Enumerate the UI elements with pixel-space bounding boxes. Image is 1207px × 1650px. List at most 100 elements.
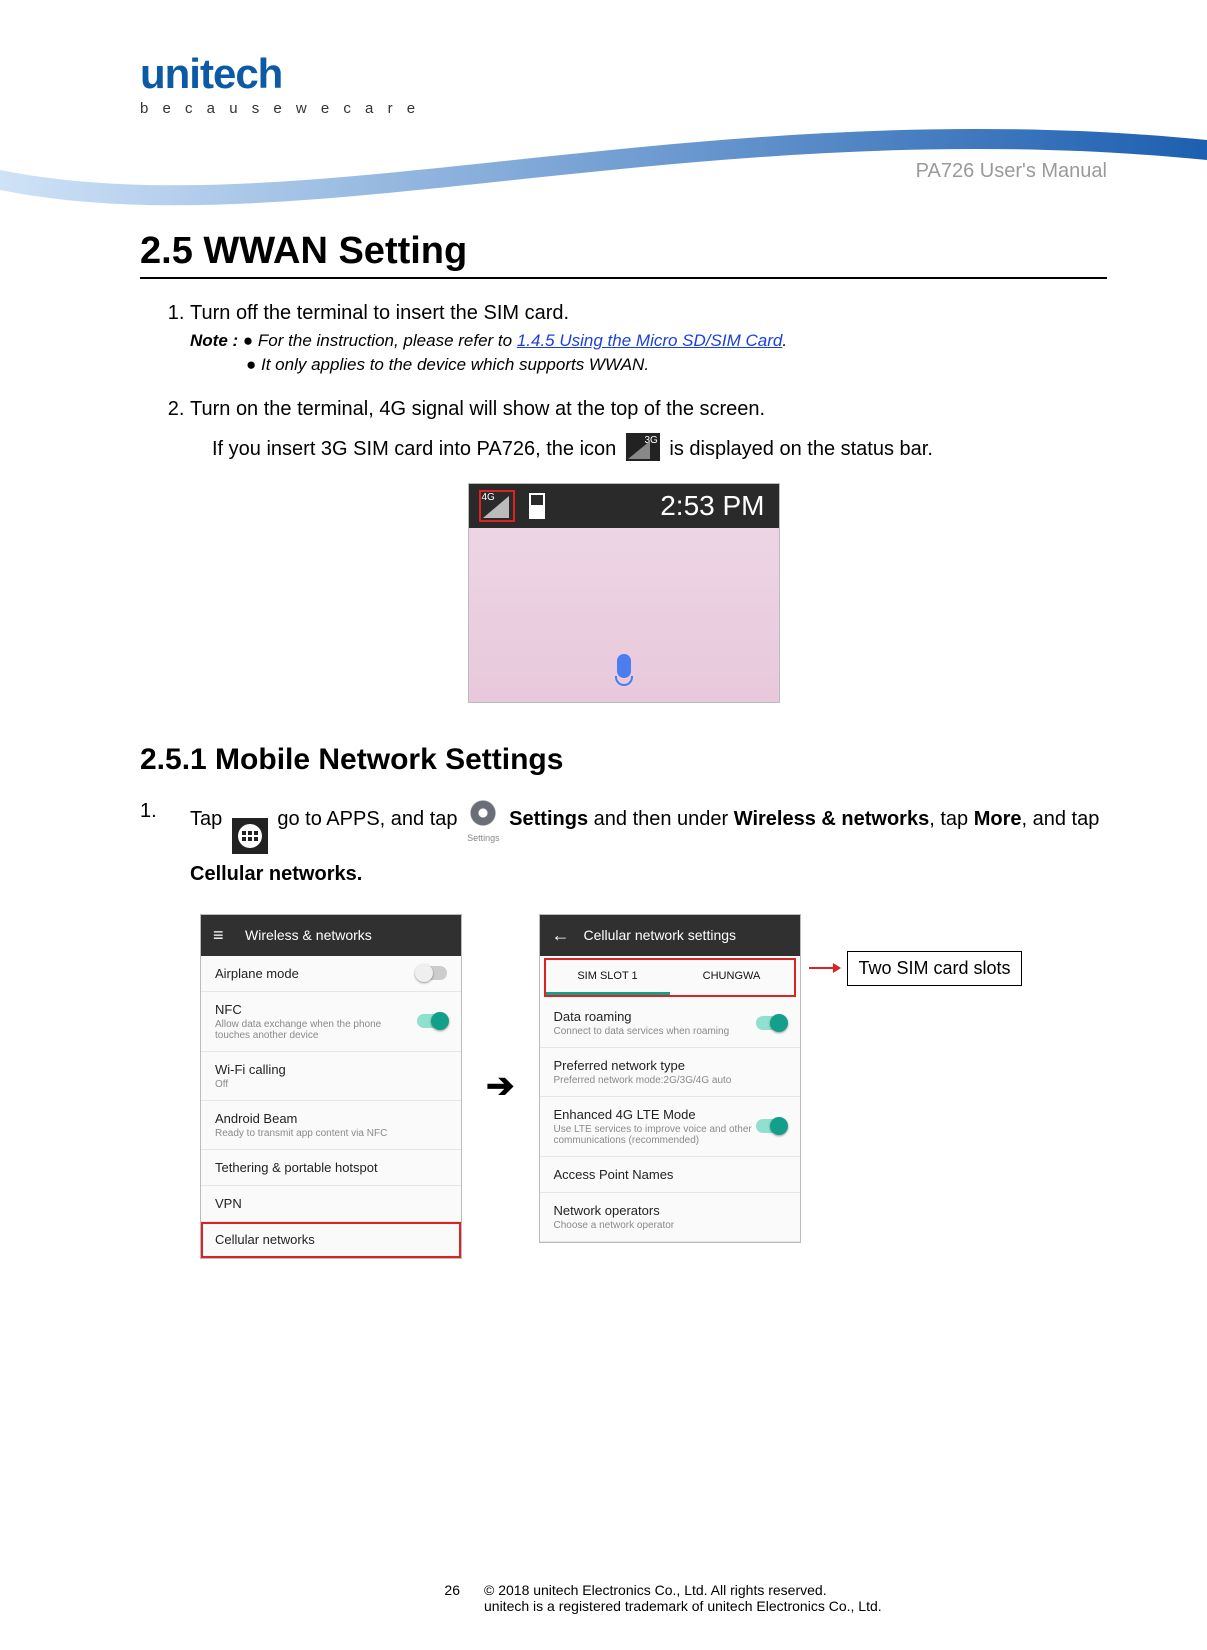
- row-pref-sub: Preferred network mode:2G/3G/4G auto: [554, 1075, 786, 1086]
- apps-drawer-icon: [232, 818, 268, 854]
- row-beam-title: Android Beam: [215, 1111, 447, 1126]
- step-2-text: Turn on the terminal, 4G signal will sho…: [190, 398, 765, 420]
- page-number: 26: [140, 1582, 484, 1614]
- signal-4g-icon: 4G: [479, 490, 515, 522]
- s1-f: , tap: [929, 808, 973, 830]
- signal-3g-icon: [626, 433, 660, 461]
- cs-appbar-title: Cellular network settings: [584, 927, 737, 943]
- row-wifi-calling-title: Wi-Fi calling: [215, 1062, 447, 1077]
- lte-toggle[interactable]: [756, 1119, 786, 1133]
- s1-h: , and tap: [1022, 808, 1100, 830]
- page-footer: 26 © 2018 unitech Electronics Co., Ltd. …: [140, 1582, 1107, 1614]
- s1-e: Wireless & networks: [734, 808, 929, 830]
- row-wifi-calling[interactable]: Wi-Fi calling Off: [201, 1052, 461, 1101]
- step-1: Turn off the terminal to insert the SIM …: [190, 299, 1107, 377]
- row-pref-title: Preferred network type: [554, 1058, 786, 1073]
- cellular-settings-screenshot: ← Cellular network settings SIM SLOT 1 C…: [539, 914, 801, 1243]
- statusbar-top: 4G 2:53 PM: [469, 484, 779, 528]
- tab-sim-slot-1[interactable]: SIM SLOT 1: [546, 960, 670, 995]
- document-title: PA726 User's Manual: [916, 160, 1107, 183]
- wireless-networks-screenshot: ≡ Wireless & networks Airplane mode NFC …: [200, 914, 462, 1259]
- note-1b: .: [782, 331, 787, 350]
- row-roaming-sub: Connect to data services when roaming: [554, 1026, 730, 1037]
- tab-sim-slot-2[interactable]: CHUNGWA: [670, 960, 794, 995]
- row-airplane-mode[interactable]: Airplane mode: [201, 956, 461, 992]
- nfc-toggle[interactable]: [417, 1014, 447, 1028]
- statusbar-screenshot: 4G 2:53 PM: [468, 483, 780, 703]
- s1-i: Cellular networks.: [190, 863, 362, 885]
- row-lte-title: Enhanced 4G LTE Mode: [554, 1107, 756, 1122]
- row-roaming-title: Data roaming: [554, 1009, 730, 1024]
- copyright-line-1: © 2018 unitech Electronics Co., Ltd. All…: [484, 1582, 1107, 1598]
- step-2-line2a: If you insert 3G SIM card into PA726, th…: [212, 438, 622, 460]
- s1-b: go to APPS, and tap: [277, 808, 463, 830]
- row-apn[interactable]: Access Point Names: [540, 1157, 800, 1193]
- row-tethering-title: Tethering & portable hotspot: [215, 1160, 447, 1175]
- callout-arrow-icon: [809, 967, 839, 969]
- settings-gear-icon: Settings: [467, 797, 500, 847]
- row-ops-sub: Choose a network operator: [554, 1220, 786, 1231]
- row-enhanced-lte[interactable]: Enhanced 4G LTE Mode Use LTE services to…: [540, 1097, 800, 1157]
- ws-appbar-title: Wireless & networks: [245, 927, 372, 943]
- note-1a: For the instruction, please refer to: [258, 331, 517, 350]
- row-nfc[interactable]: NFC Allow data exchange when the phone t…: [201, 992, 461, 1052]
- s1-c: Settings: [509, 808, 588, 830]
- menu-icon[interactable]: ≡: [213, 925, 231, 946]
- note-2: It only applies to the device which supp…: [261, 355, 649, 374]
- s1-g: More: [974, 808, 1022, 830]
- statusbar-clock: 2:53 PM: [660, 490, 764, 522]
- section-heading-2-5: 2.5 WWAN Setting: [140, 230, 1107, 279]
- substep-1-number: 1.: [140, 797, 170, 894]
- row-beam-sub: Ready to transmit app content via NFC: [215, 1128, 447, 1139]
- cs-appbar: ← Cellular network settings: [540, 915, 800, 956]
- row-nfc-sub: Allow data exchange when the phone touch…: [215, 1019, 417, 1041]
- step-2-line2b: is displayed on the status bar.: [669, 438, 933, 460]
- back-icon[interactable]: ←: [552, 925, 570, 946]
- callout-text: Two SIM card slots: [847, 951, 1021, 986]
- step-1-text: Turn off the terminal to insert the SIM …: [190, 302, 569, 324]
- microphone-icon: [614, 654, 634, 688]
- row-network-operators[interactable]: Network operators Choose a network opera…: [540, 1193, 800, 1242]
- battery-icon: [529, 493, 545, 519]
- row-lte-sub: Use LTE services to improve voice and ot…: [554, 1124, 756, 1146]
- airplane-toggle[interactable]: [417, 966, 447, 980]
- row-airplane-title: Airplane mode: [215, 966, 299, 981]
- subsection-heading-2-5-1: 2.5.1 Mobile Network Settings: [140, 743, 1107, 777]
- note-bullet-1: ●: [243, 331, 253, 350]
- settings-icon-caption: Settings: [467, 829, 500, 847]
- step-2-line2: If you insert 3G SIM card into PA726, th…: [212, 433, 1107, 463]
- screenshots-row: ≡ Wireless & networks Airplane mode NFC …: [200, 914, 1107, 1259]
- copyright-line-2: unitech is a registered trademark of uni…: [484, 1598, 1107, 1614]
- row-ops-title: Network operators: [554, 1203, 786, 1218]
- brand-logo: unitech b e c a u s e w e c a r e: [140, 50, 420, 117]
- s1-d: and then under: [594, 808, 734, 830]
- row-apn-title: Access Point Names: [554, 1167, 786, 1182]
- step-1-note: Note : ● For the instruction, please ref…: [190, 329, 1107, 377]
- row-preferred-network[interactable]: Preferred network type Preferred network…: [540, 1048, 800, 1097]
- row-cellular-title: Cellular networks: [215, 1232, 447, 1247]
- sim-slots-callout: Two SIM card slots: [809, 951, 1021, 986]
- xref-1-4-5[interactable]: 1.4.5 Using the Micro SD/SIM Card: [517, 331, 782, 350]
- row-vpn[interactable]: VPN: [201, 1186, 461, 1222]
- row-nfc-title: NFC: [215, 1002, 417, 1017]
- row-tethering[interactable]: Tethering & portable hotspot: [201, 1150, 461, 1186]
- section-steps: Turn off the terminal to insert the SIM …: [140, 299, 1107, 463]
- s1-a: Tap: [190, 808, 228, 830]
- note-bullet-2: ●: [246, 355, 256, 374]
- row-cellular-networks[interactable]: Cellular networks: [201, 1222, 461, 1258]
- statusbar-body: [469, 528, 779, 702]
- arrow-right-icon: ➔: [486, 1066, 515, 1106]
- row-data-roaming[interactable]: Data roaming Connect to data services wh…: [540, 999, 800, 1048]
- row-wifi-calling-sub: Off: [215, 1079, 447, 1090]
- step-2: Turn on the terminal, 4G signal will sho…: [190, 395, 1107, 463]
- roaming-toggle[interactable]: [756, 1016, 786, 1030]
- row-vpn-title: VPN: [215, 1196, 447, 1211]
- brand-wordmark: unitech: [140, 50, 420, 98]
- note-label: Note :: [190, 331, 238, 350]
- sim-slot-tabs: SIM SLOT 1 CHUNGWA: [546, 960, 794, 995]
- brand-text-a: unitech: [140, 50, 282, 97]
- substep-1: 1. Tap go to APPS, and tap Settings Sett…: [140, 797, 1107, 894]
- ws-appbar: ≡ Wireless & networks: [201, 915, 461, 956]
- page-header: unitech b e c a u s e w e c a r e PA726 …: [140, 40, 1107, 170]
- row-android-beam[interactable]: Android Beam Ready to transmit app conte…: [201, 1101, 461, 1150]
